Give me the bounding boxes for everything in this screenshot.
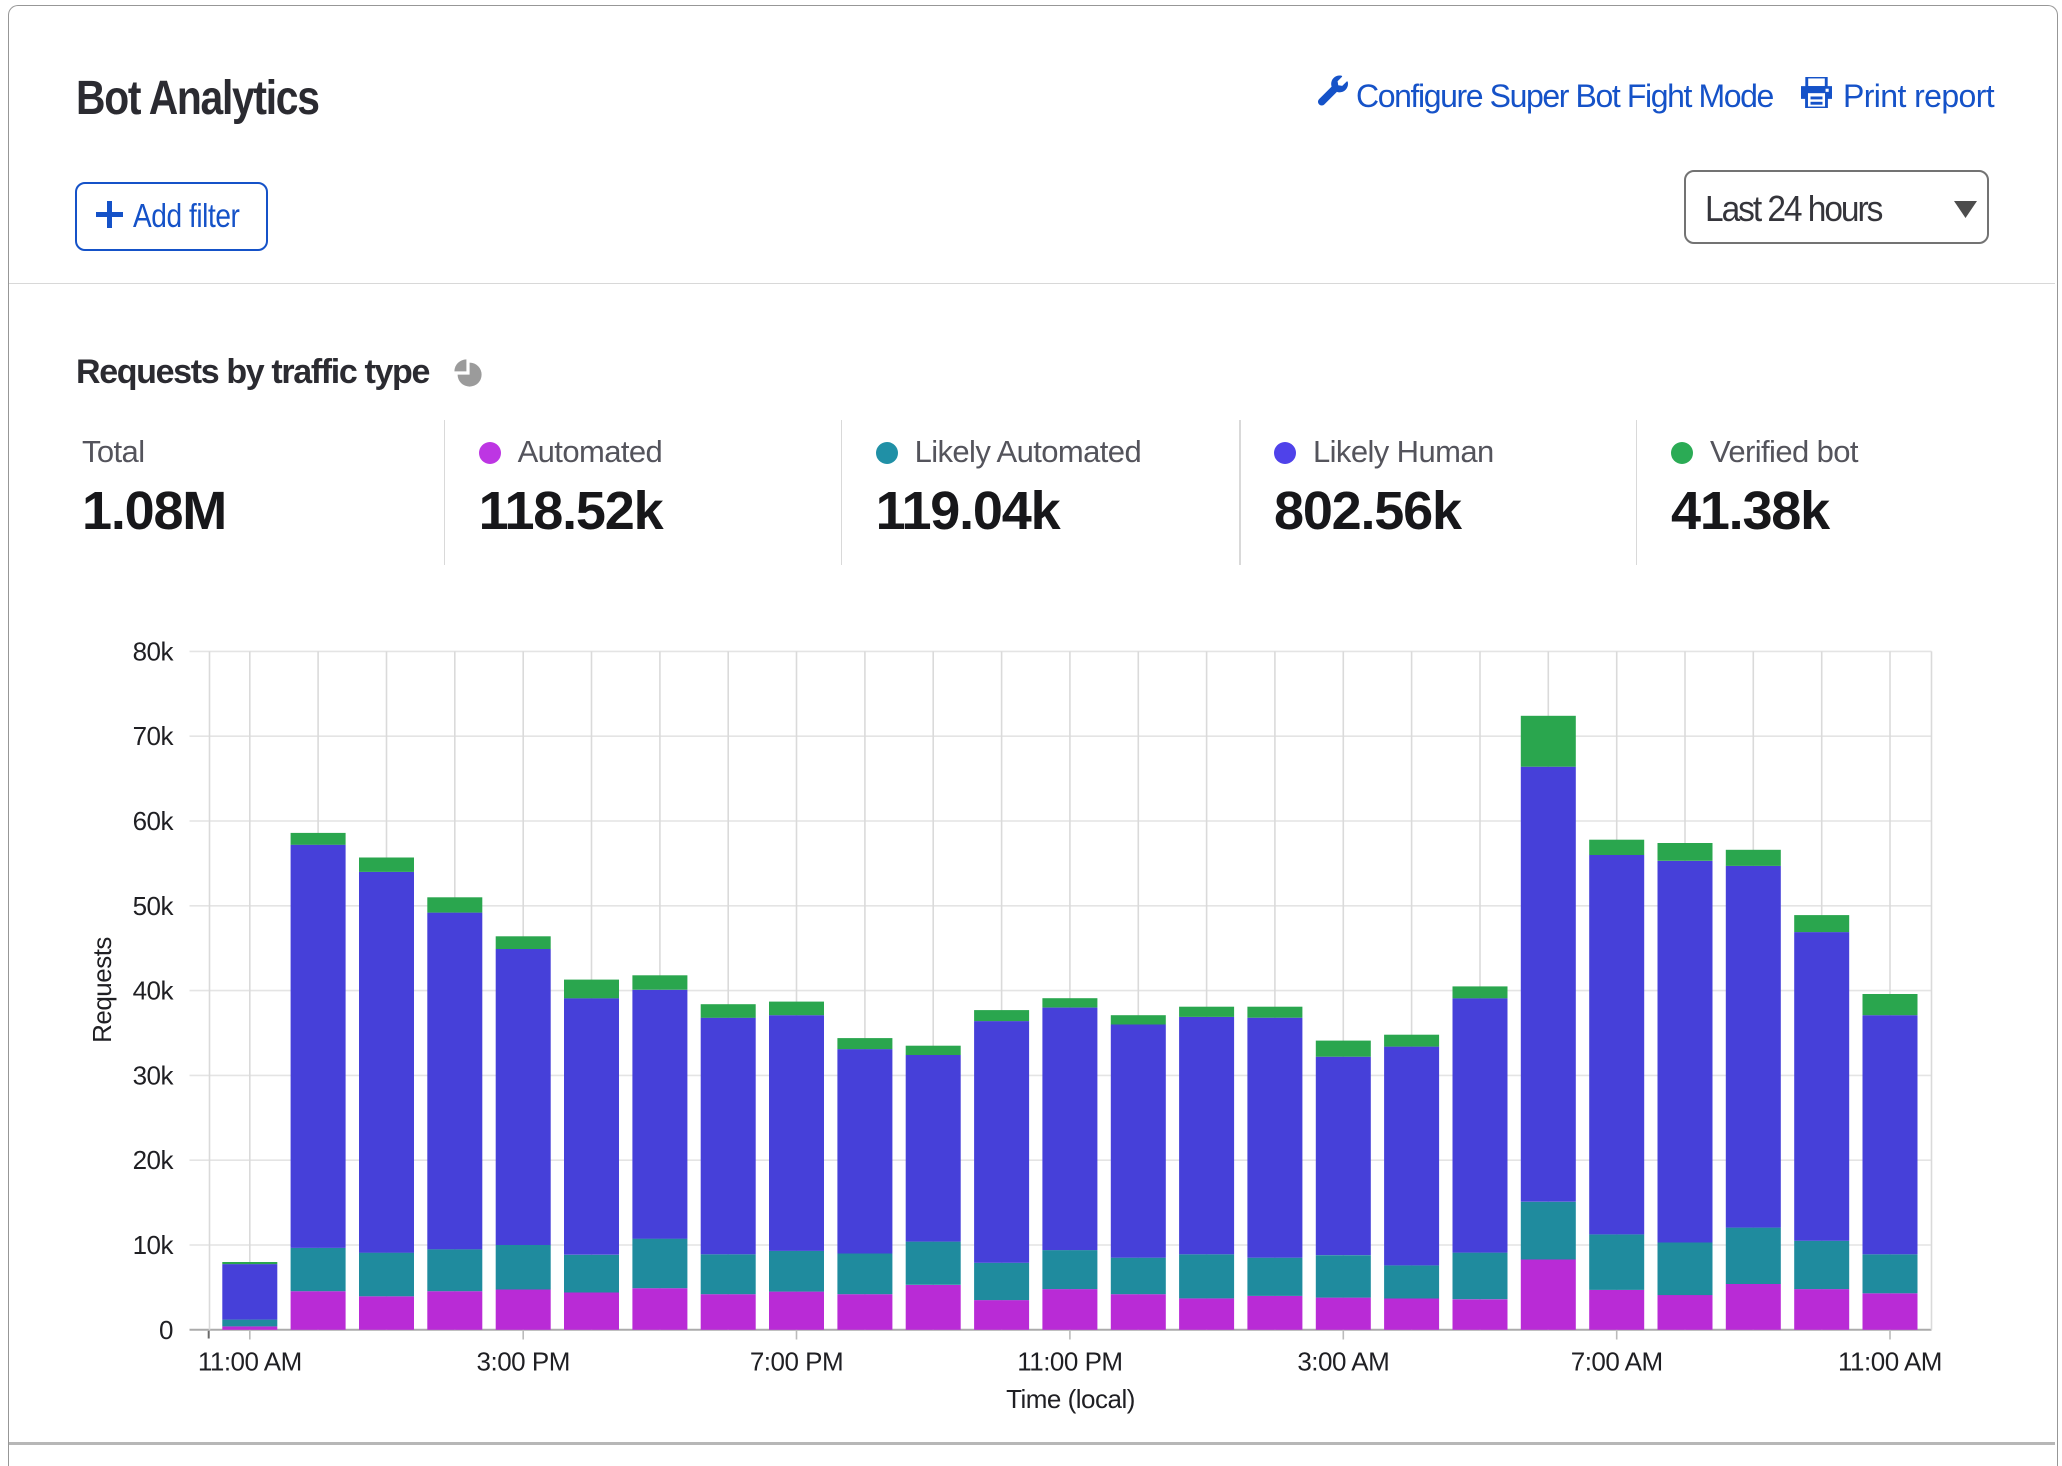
svg-text:Requests: Requests [87, 937, 117, 1043]
svg-text:80k: 80k [133, 636, 175, 666]
svg-text:11:00 AM: 11:00 AM [198, 1347, 302, 1377]
svg-text:50k: 50k [133, 891, 175, 921]
svg-text:20k: 20k [133, 1145, 175, 1175]
svg-text:3:00 PM: 3:00 PM [477, 1347, 570, 1377]
svg-text:Time (local): Time (local) [1006, 1384, 1135, 1414]
svg-text:0: 0 [159, 1315, 173, 1345]
svg-text:10k: 10k [133, 1230, 175, 1260]
svg-text:40k: 40k [133, 976, 175, 1006]
svg-text:11:00 PM: 11:00 PM [1017, 1347, 1122, 1377]
svg-text:7:00 PM: 7:00 PM [750, 1347, 843, 1377]
svg-text:3:00 AM: 3:00 AM [1297, 1347, 1389, 1377]
svg-text:30k: 30k [133, 1060, 175, 1090]
svg-text:70k: 70k [133, 721, 175, 751]
svg-text:11:00 AM: 11:00 AM [1838, 1347, 1942, 1377]
svg-text:7:00 AM: 7:00 AM [1571, 1347, 1663, 1377]
svg-text:60k: 60k [133, 806, 175, 836]
